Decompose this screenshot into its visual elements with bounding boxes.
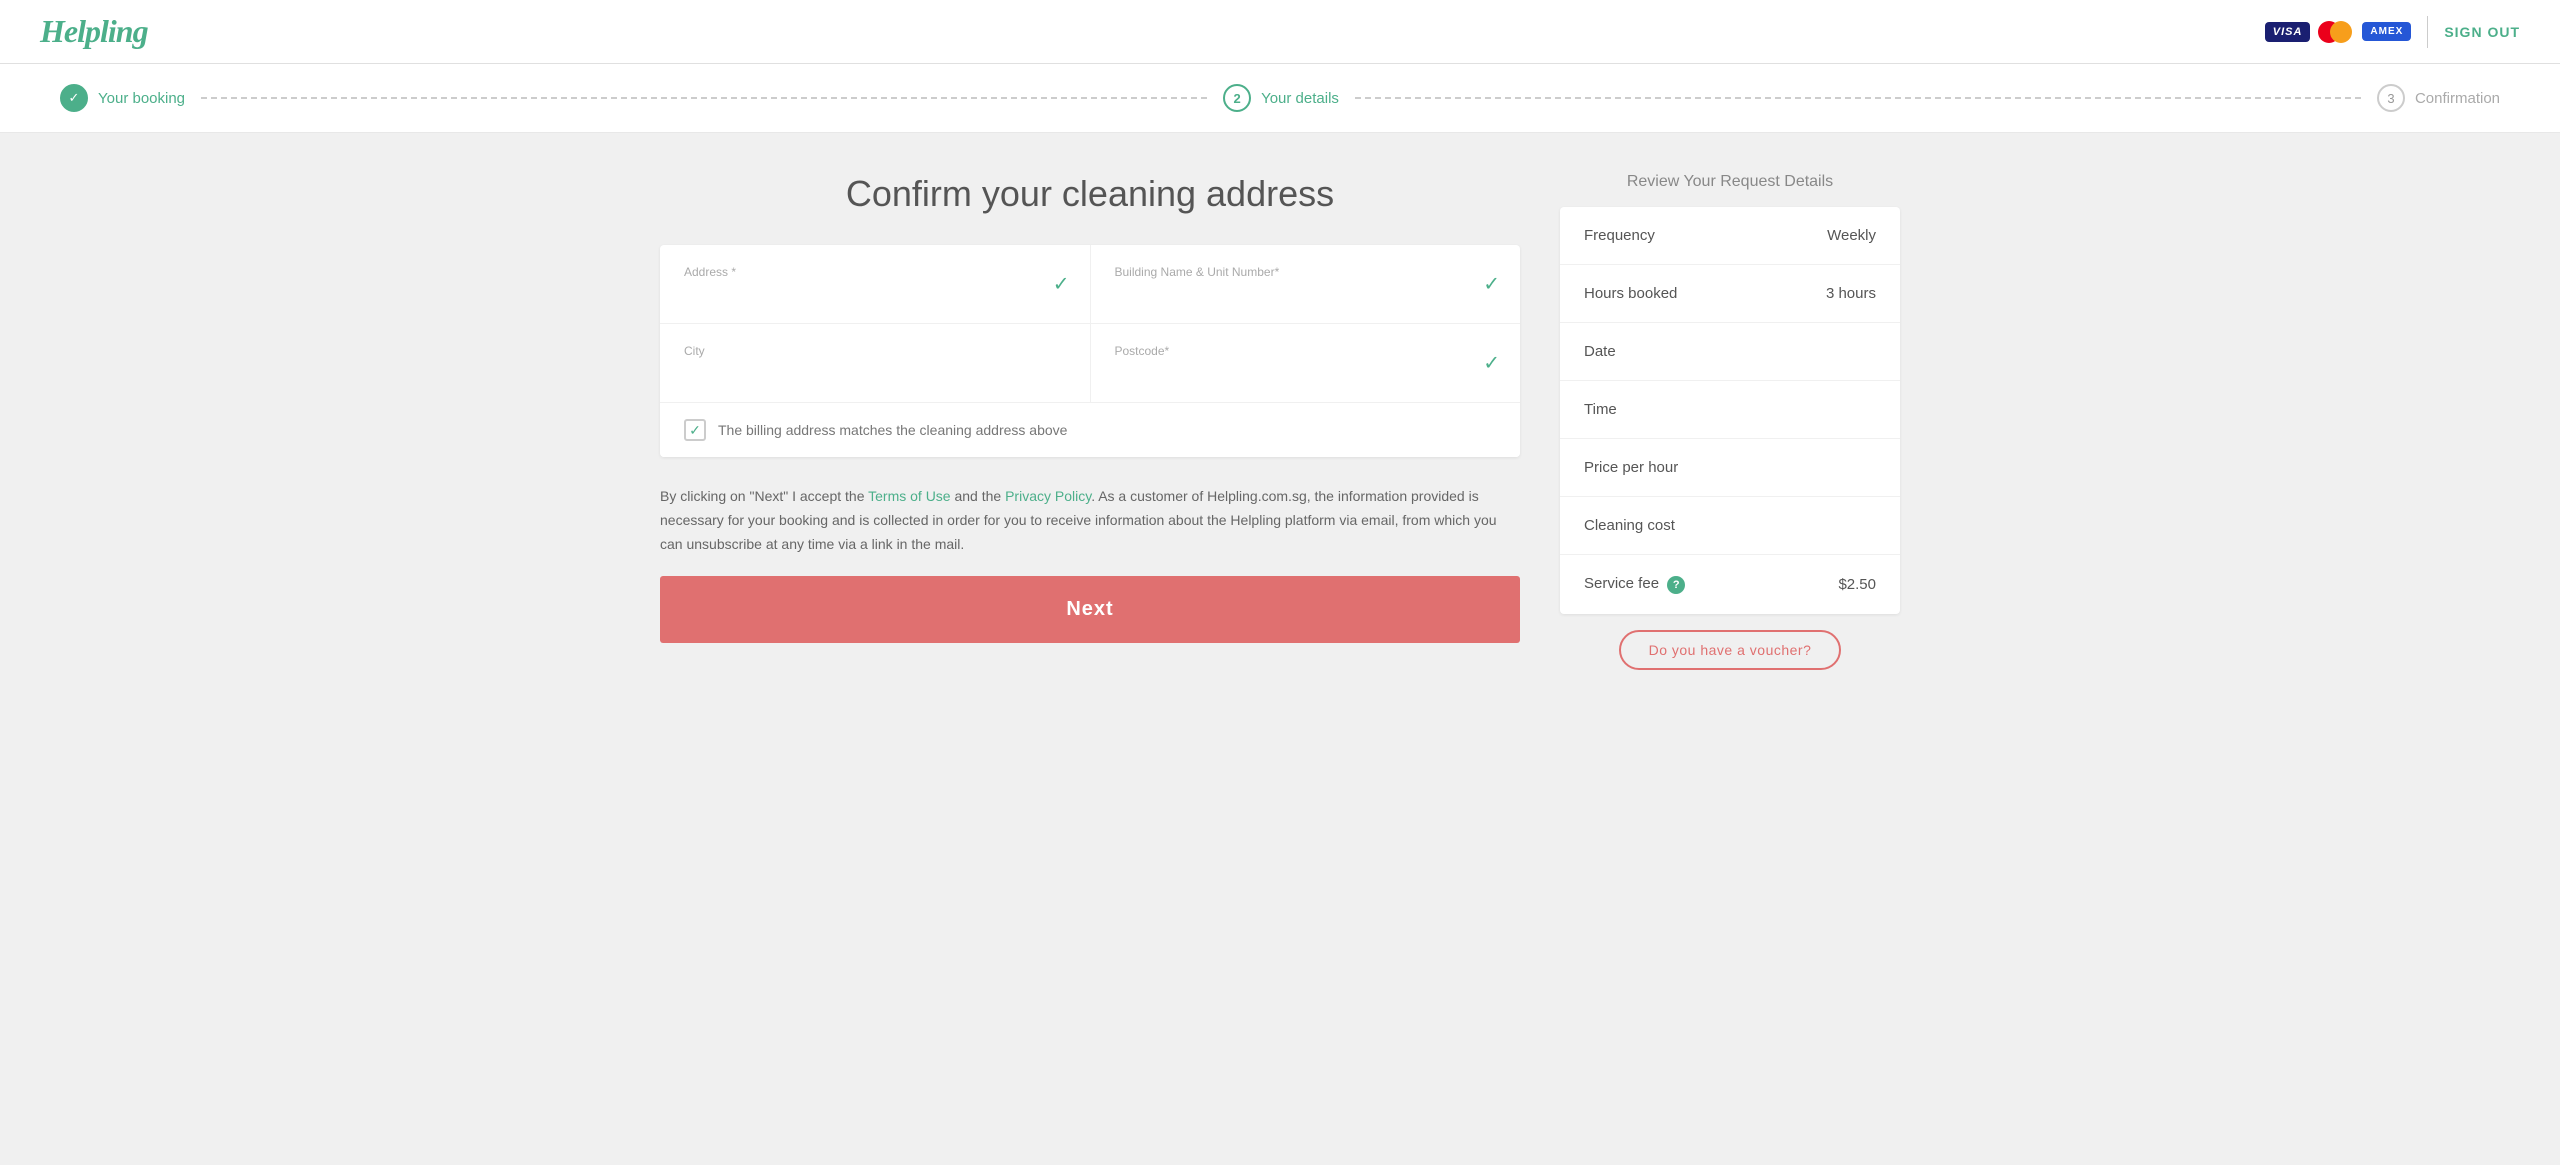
- review-row-frequency: Frequency Weekly: [1560, 207, 1900, 265]
- header-divider: [2427, 16, 2428, 48]
- hours-label: Hours booked: [1584, 285, 1677, 302]
- step-3-circle: 3: [2377, 84, 2405, 112]
- review-card: Frequency Weekly Hours booked 3 hours Da…: [1560, 207, 1900, 614]
- form-row-2: City Postcode* ✓: [660, 324, 1520, 403]
- service-fee-label: Service fee ?: [1584, 575, 1685, 594]
- review-row-price: Price per hour: [1560, 439, 1900, 497]
- address-field: Address * ✓: [660, 245, 1091, 323]
- amex-icon: AMEX: [2362, 22, 2411, 41]
- next-button[interactable]: Next: [660, 576, 1520, 643]
- building-input[interactable]: [1115, 285, 1497, 302]
- building-field: Building Name & Unit Number* ✓: [1091, 245, 1521, 323]
- review-row-service-fee: Service fee ? $2.50: [1560, 555, 1900, 614]
- terms-of-use-link[interactable]: Terms of Use: [868, 488, 950, 504]
- address-label: Address *: [684, 265, 1066, 279]
- city-field: City: [660, 324, 1091, 402]
- frequency-label: Frequency: [1584, 227, 1655, 244]
- review-row-cleaning-cost: Cleaning cost: [1560, 497, 1900, 555]
- time-label: Time: [1584, 401, 1617, 418]
- voucher-button[interactable]: Do you have a voucher?: [1619, 630, 1842, 670]
- progress-bar: ✓ Your booking 2 Your details 3 Confirma…: [0, 64, 2560, 133]
- postcode-field: Postcode* ✓: [1091, 324, 1521, 402]
- step-2-label: Your details: [1261, 90, 1339, 107]
- step-3: 3 Confirmation: [2377, 84, 2500, 112]
- address-check-icon: ✓: [1053, 272, 1070, 297]
- hours-value: 3 hours: [1826, 285, 1876, 302]
- frequency-value: Weekly: [1827, 227, 1876, 244]
- price-label: Price per hour: [1584, 459, 1678, 476]
- review-row-hours: Hours booked 3 hours: [1560, 265, 1900, 323]
- service-fee-value: $2.50: [1838, 576, 1876, 593]
- mastercard-icon: [2318, 20, 2354, 44]
- step-1-circle: ✓: [60, 84, 88, 112]
- form-row-1: Address * ✓ Building Name & Unit Number*…: [660, 245, 1520, 324]
- building-check-icon: ✓: [1483, 272, 1500, 297]
- postcode-label: Postcode*: [1115, 344, 1497, 358]
- main-content: Confirm your cleaning address Address * …: [580, 133, 1980, 726]
- step-1: ✓ Your booking: [60, 84, 185, 112]
- address-input[interactable]: [684, 285, 1066, 302]
- billing-checkbox-label: The billing address matches the cleaning…: [718, 422, 1067, 438]
- sign-out-button[interactable]: SIGN OUT: [2444, 24, 2520, 40]
- postcode-input[interactable]: [1115, 364, 1497, 381]
- billing-checkbox-row: ✓ The billing address matches the cleani…: [660, 403, 1520, 457]
- step-2: 2 Your details: [1223, 84, 1339, 112]
- review-row-date: Date: [1560, 323, 1900, 381]
- cleaning-cost-label: Cleaning cost: [1584, 517, 1675, 534]
- step-dashes-1: [201, 97, 1207, 99]
- billing-checkbox[interactable]: ✓: [684, 419, 706, 441]
- address-form: Address * ✓ Building Name & Unit Number*…: [660, 245, 1520, 457]
- date-label: Date: [1584, 343, 1616, 360]
- header: Helpling VISA AMEX SIGN OUT: [0, 0, 2560, 64]
- service-fee-info-icon[interactable]: ?: [1667, 576, 1685, 594]
- page-title: Confirm your cleaning address: [660, 173, 1520, 215]
- review-panel: Review Your Request Details Frequency We…: [1560, 173, 1900, 686]
- building-label: Building Name & Unit Number*: [1115, 265, 1497, 279]
- step-2-circle: 2: [1223, 84, 1251, 112]
- visa-icon: VISA: [2265, 22, 2311, 42]
- review-title: Review Your Request Details: [1560, 173, 1900, 191]
- step-1-label: Your booking: [98, 90, 185, 107]
- city-label: City: [684, 344, 1066, 358]
- terms-text: By clicking on "Next" I accept the Terms…: [660, 485, 1520, 556]
- billing-checkmark-icon: ✓: [689, 422, 701, 439]
- step-dashes-2: [1355, 97, 2361, 99]
- header-right: VISA AMEX SIGN OUT: [2265, 16, 2520, 48]
- logo: Helpling: [40, 13, 148, 50]
- payment-icons: VISA AMEX: [2265, 20, 2412, 44]
- step-3-label: Confirmation: [2415, 90, 2500, 107]
- privacy-policy-link[interactable]: Privacy Policy: [1005, 488, 1091, 504]
- left-content: Confirm your cleaning address Address * …: [660, 173, 1520, 686]
- city-input[interactable]: [684, 364, 1066, 381]
- review-row-time: Time: [1560, 381, 1900, 439]
- postcode-check-icon: ✓: [1483, 351, 1500, 376]
